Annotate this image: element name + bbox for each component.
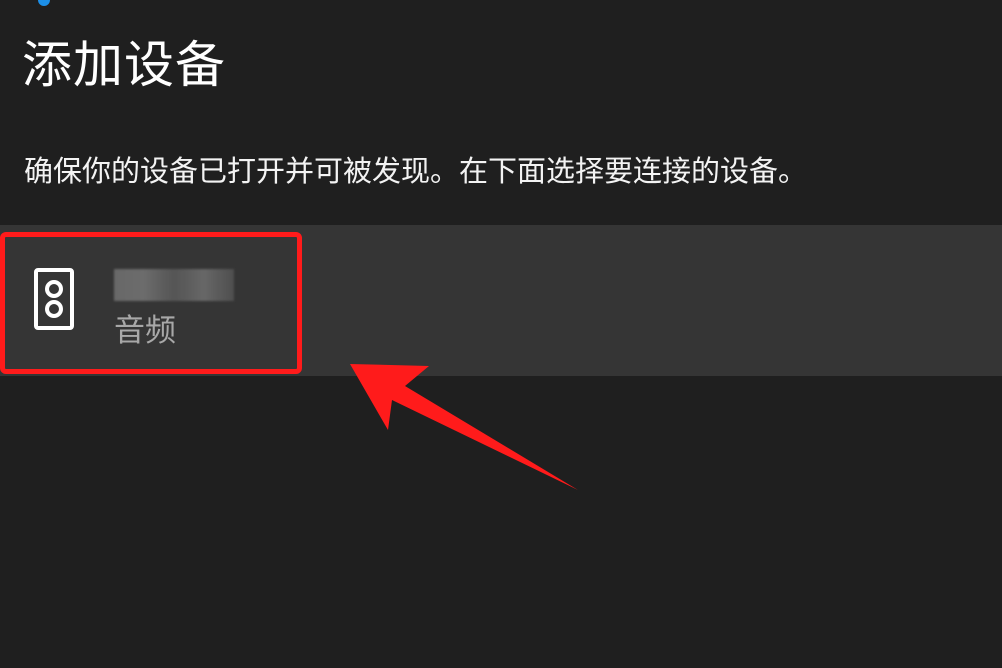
device-category-label: 音频	[114, 313, 176, 349]
page-title: 添加设备	[22, 36, 226, 94]
device-name-redacted	[114, 269, 234, 301]
instruction-text: 确保你的设备已打开并可被发现。在下面选择要连接的设备。	[24, 154, 808, 188]
device-list: 音频	[0, 225, 1002, 376]
device-item-audio[interactable]: 音频	[0, 225, 1002, 376]
top-accent-dot	[38, 0, 50, 6]
speaker-icon	[34, 268, 74, 330]
